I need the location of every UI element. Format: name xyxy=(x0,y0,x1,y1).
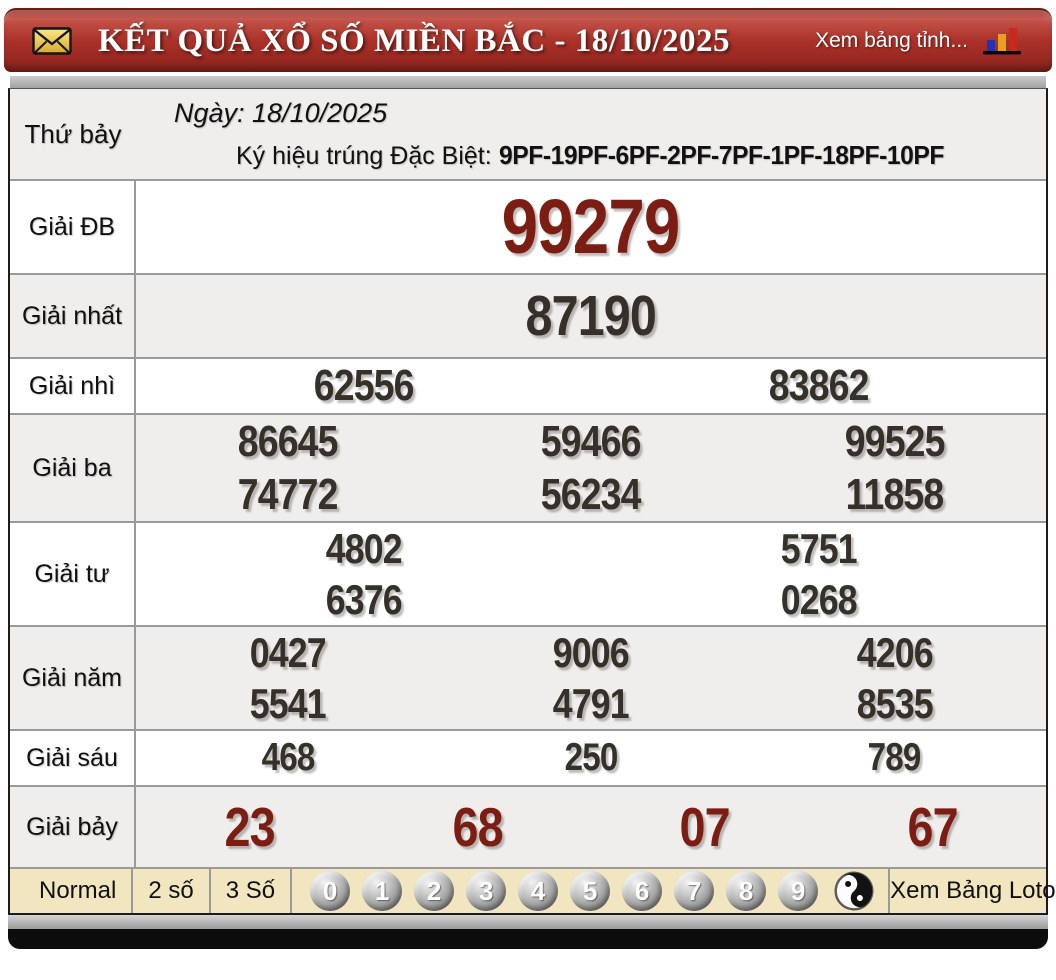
prize-number: 99279 xyxy=(502,183,680,272)
prize-number: 86645 xyxy=(238,417,338,467)
prize-number: 59466 xyxy=(541,417,641,467)
digit-7-button[interactable]: 7 xyxy=(674,871,714,911)
prize-number: 250 xyxy=(565,736,618,780)
prize-label: Giải ĐB xyxy=(10,181,136,273)
loto-toolbar: Normal 2 số 3 Số 0 1 2 3 4 5 6 7 8 9 xyxy=(10,867,1046,913)
digit-2-button[interactable]: 2 xyxy=(414,871,454,911)
footer-divider-strip xyxy=(8,915,1048,929)
prize-number: 67 xyxy=(907,795,957,859)
date-label: Ngày: 18/10/2025 xyxy=(136,98,1046,129)
page-title: KẾT QUẢ XỔ SỐ MIỀN BẮC - 18/10/2025 xyxy=(98,23,730,60)
prize-number: 74772 xyxy=(238,470,338,520)
mode-2so-button[interactable]: 2 số xyxy=(133,877,208,905)
prize-row-second: Giải nhì 62556 83862 xyxy=(10,357,1046,413)
prize-number: 87190 xyxy=(526,283,656,349)
province-table-link[interactable]: Xem bảng tỉnh... xyxy=(815,29,968,53)
digit-1-button[interactable]: 1 xyxy=(362,871,402,911)
prize-row-fourth: Giải tư 4802 5751 6376 0268 xyxy=(10,521,1046,625)
symbol-value: 9PF-19PF-6PF-2PF-7PF-1PF-18PF-10PF xyxy=(499,140,944,171)
prize-label: Giải tư xyxy=(10,523,136,625)
prize-number: 5541 xyxy=(250,680,326,728)
prize-row-third: Giải ba 86645 59466 99525 74772 56234 11… xyxy=(10,413,1046,521)
prize-label: Giải ba xyxy=(10,415,136,521)
lottery-results-widget: KẾT QUẢ XỔ SỐ MIỀN BẮC - 18/10/2025 Xem … xyxy=(0,8,1056,980)
prize-number: 23 xyxy=(225,795,275,859)
view-loto-table-link[interactable]: Xem Bảng Loto xyxy=(890,877,1055,905)
prize-label: Giải nhì xyxy=(10,359,136,413)
prize-row-seventh: Giải bảy 23 68 07 67 xyxy=(10,785,1046,867)
prize-row-sixth: Giải sáu 468 250 789 xyxy=(10,729,1046,785)
prize-number: 9006 xyxy=(553,629,629,677)
yin-yang-icon[interactable] xyxy=(834,871,874,911)
prize-number: 4791 xyxy=(553,680,629,728)
prize-number: 468 xyxy=(261,736,314,780)
prize-row-fifth: Giải năm 0427 9006 4206 5541 4791 8535 xyxy=(10,625,1046,729)
digit-3-button[interactable]: 3 xyxy=(466,871,506,911)
prize-number: 0268 xyxy=(780,576,856,624)
prize-number: 0427 xyxy=(250,629,326,677)
digit-6-button[interactable]: 6 xyxy=(622,871,662,911)
results-table: Thứ bảy Ngày: 18/10/2025 Ký hiệu trúng Đ… xyxy=(8,88,1048,915)
prize-number: 83862 xyxy=(769,361,869,411)
prize-row-special: Giải ĐB 99279 xyxy=(10,179,1046,273)
prize-label: Giải sáu xyxy=(10,731,136,785)
envelope-icon[interactable] xyxy=(32,27,72,55)
prize-row-first: Giải nhất 87190 xyxy=(10,273,1046,357)
bar-chart-icon[interactable] xyxy=(980,26,1024,56)
special-symbol-line: Ký hiệu trúng Đặc Biệt: 9PF-19PF-6PF-2PF… xyxy=(136,140,1046,171)
prize-number: 68 xyxy=(452,795,502,859)
weekday-label: Thứ bảy xyxy=(10,89,136,179)
digit-buttons: 0 1 2 3 4 5 6 7 8 9 xyxy=(310,871,818,911)
digit-8-button[interactable]: 8 xyxy=(726,871,766,911)
prize-number: 789 xyxy=(868,736,921,780)
bottom-bar xyxy=(8,929,1048,949)
mode-3so-button[interactable]: 3 Số xyxy=(211,877,290,905)
info-row: Thứ bảy Ngày: 18/10/2025 Ký hiệu trúng Đ… xyxy=(10,89,1046,179)
prize-label: Giải năm xyxy=(10,627,136,729)
prize-number: 99525 xyxy=(844,417,944,467)
prize-number: 07 xyxy=(680,795,730,859)
prize-number: 4802 xyxy=(325,525,401,573)
prize-number: 8535 xyxy=(856,680,932,728)
header-bar: KẾT QUẢ XỔ SỐ MIỀN BẮC - 18/10/2025 Xem … xyxy=(4,8,1052,72)
header-divider-strip xyxy=(10,76,1046,88)
digit-4-button[interactable]: 4 xyxy=(518,871,558,911)
prize-number: 5751 xyxy=(780,525,856,573)
prize-number: 11858 xyxy=(845,470,943,520)
prize-label: Giải nhất xyxy=(10,275,136,357)
prize-number: 6376 xyxy=(325,576,401,624)
prize-number: 56234 xyxy=(541,470,641,520)
toolbar-divider xyxy=(290,869,292,913)
digit-5-button[interactable]: 5 xyxy=(570,871,610,911)
prize-number: 62556 xyxy=(314,361,414,411)
digit-9-button[interactable]: 9 xyxy=(778,871,818,911)
digit-0-button[interactable]: 0 xyxy=(310,871,350,911)
symbol-label: Ký hiệu trúng Đặc Biệt: xyxy=(236,142,492,170)
prize-number: 4206 xyxy=(856,629,932,677)
prize-label: Giải bảy xyxy=(10,787,136,867)
mode-normal-button[interactable]: Normal xyxy=(24,877,131,905)
